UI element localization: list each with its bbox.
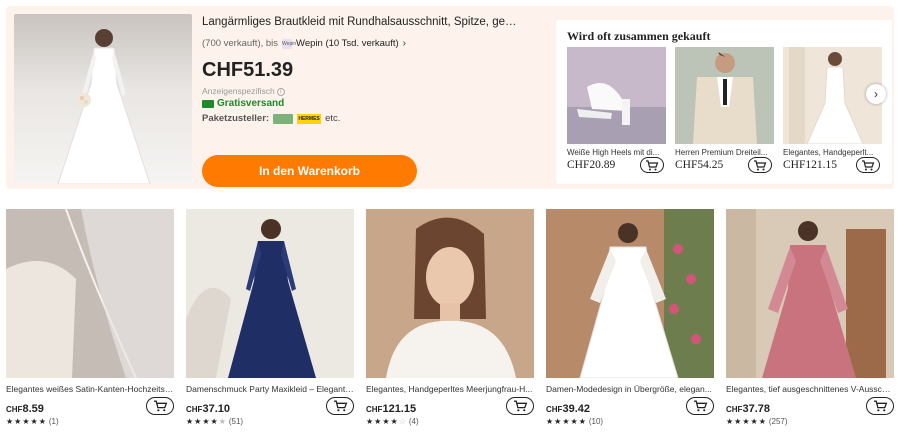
carrier-row: Paketzusteller: HERMES etc.: [202, 113, 340, 124]
estimate-text: Anzeigenspezifisch: [202, 86, 275, 96]
fbt-item-name: Herren Premium Dreiteil...: [675, 148, 768, 157]
heels-image: [567, 47, 666, 144]
navy-dress-image: [186, 209, 354, 378]
fbt-item-name: Elegantes, Handgeperlt...: [783, 148, 874, 157]
store-logo: Wepin: [282, 38, 297, 49]
rating: ★ ★ ★ ★ ★ (1): [6, 417, 59, 426]
product-card-image[interactable]: [546, 209, 714, 378]
product-card-name: Elegantes, Handgeperltes Meerjungfrau-H.…: [366, 384, 533, 394]
plus-size-dress-image: [546, 209, 714, 378]
review-count: (4): [408, 417, 419, 426]
review-count: (1): [48, 417, 59, 426]
store-link[interactable]: Wepin (10 Tsd. verkauft): [296, 38, 399, 49]
truck-icon: [202, 99, 214, 108]
fbt-item[interactable]: Herren Premium Dreiteil... CHF54.25: [675, 47, 774, 173]
product-card-price: CHF37.78: [726, 403, 770, 415]
veil-image: [6, 209, 174, 378]
info-icon[interactable]: i: [276, 87, 285, 96]
cart-icon[interactable]: [856, 157, 880, 173]
fbt-item-image[interactable]: [675, 47, 774, 144]
rating: ★ ★ ★ ★ ★ (51): [186, 417, 244, 426]
rating: ★ ★ ★ ★ ★ (10): [546, 417, 604, 426]
product-card-image[interactable]: [186, 209, 354, 378]
product-price: CHF51.39: [202, 59, 294, 81]
product-card[interactable]: Damen-Modedesign in Übergröße, elegan...…: [546, 209, 714, 426]
shipping-label: Gratisversand: [217, 98, 285, 109]
chevron-right-icon[interactable]: ›: [403, 38, 406, 49]
carrier-logo-hermes: HERMES: [297, 113, 322, 124]
cart-icon[interactable]: [748, 157, 772, 173]
cart-icon[interactable]: [686, 397, 714, 415]
fbt-title: Wird oft zusammen gekauft: [567, 29, 711, 43]
product-card-price: CHF121.15: [366, 403, 417, 415]
product-card-name: Elegantes weißes Satin-Kanten-Hochzeits-…: [6, 384, 174, 394]
rating: ★ ★ ★ ★ ☆ (4): [366, 417, 419, 426]
product-card[interactable]: Elegantes weißes Satin-Kanten-Hochzeits-…: [6, 209, 174, 426]
cart-icon[interactable]: [146, 397, 174, 415]
review-count: (51): [228, 417, 244, 426]
sold-info: (700 verkauft), bis Wepin Wepin (10 Tsd.…: [202, 38, 532, 49]
product-card-name: Elegantes, tief ausgeschnittenes V-Aussc…: [726, 384, 894, 394]
product-card-name: Damen-Modedesign in Übergröße, elegan...: [546, 384, 712, 394]
sold-count: (700 verkauft), bis: [202, 38, 279, 49]
fbt-item[interactable]: Weiße High Heels mit di... CHF20.89: [567, 47, 666, 173]
frequently-bought-together: Wird oft zusammen gekauft Weiße High Hee…: [556, 20, 892, 184]
product-card-image[interactable]: [726, 209, 894, 378]
estimate-note: Anzeigenspezifisch i: [202, 86, 285, 96]
cart-icon[interactable]: [866, 397, 894, 415]
cart-icon[interactable]: [640, 157, 664, 173]
product-card[interactable]: Elegantes, tief ausgeschnittenes V-Aussc…: [726, 209, 894, 426]
product-card-price: CHF8.59: [6, 403, 44, 415]
product-card-name: Damenschmuck Party Maxikleid – Elegante.…: [186, 384, 354, 394]
suit-image: [675, 47, 774, 144]
fbt-item-image[interactable]: [567, 47, 666, 144]
add-to-cart-button[interactable]: In den Warenkorb: [202, 155, 417, 187]
product-card-image[interactable]: [6, 209, 174, 378]
review-count: (257): [768, 417, 788, 426]
chevron-right-icon[interactable]: ›: [866, 84, 886, 104]
carrier-label: Paketzusteller:: [202, 113, 270, 124]
product-main-image[interactable]: [14, 14, 192, 184]
review-count: (10): [588, 417, 604, 426]
carrier-more: etc.: [325, 113, 341, 124]
cart-icon[interactable]: [506, 397, 534, 415]
product-card-price: CHF37.10: [186, 403, 230, 415]
product-card-image[interactable]: [366, 209, 534, 378]
rose-dress-image: [726, 209, 894, 378]
rating: ★ ★ ★ ★ ★ (257): [726, 417, 788, 426]
wedding-dress-image: [57, 29, 151, 184]
product-card[interactable]: Elegantes, Handgeperltes Meerjungfrau-H.…: [366, 209, 534, 426]
product-panel: Langärmliges Brautkleid mit Rundhalsauss…: [6, 6, 894, 189]
free-shipping: Gratisversand: [202, 98, 284, 109]
carrier-logo-1: [273, 113, 294, 124]
fbt-item[interactable]: Elegantes, Handgeperlt... CHF121.15: [783, 47, 882, 173]
fbt-item-name: Weiße High Heels mit di...: [567, 148, 660, 157]
product-card[interactable]: Damenschmuck Party Maxikleid – Elegante.…: [186, 209, 354, 426]
product-card-price: CHF39.42: [546, 403, 590, 415]
lace-dress-image: [366, 209, 534, 378]
cart-icon[interactable]: [326, 397, 354, 415]
product-title[interactable]: Langärmliges Brautkleid mit Rundhalsauss…: [202, 16, 522, 32]
